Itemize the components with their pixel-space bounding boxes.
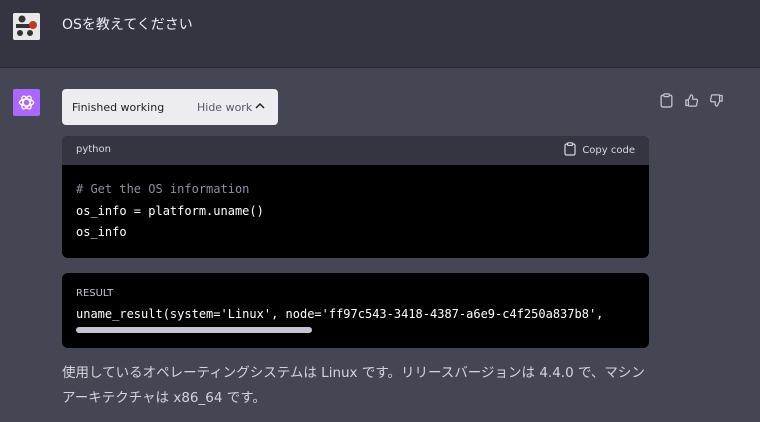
user-message-text: OSを教えてください [62, 17, 193, 33]
code-line: os_info [76, 225, 127, 239]
code-line: os_info = platform.uname() [76, 203, 264, 218]
assistant-answer-text: 使用しているオペレーティングシステムは Linux です。リリースバージョンは … [62, 365, 645, 406]
clipboard-icon [564, 142, 576, 159]
chevron-up-icon[interactable] [254, 100, 266, 115]
code-line: # Get the OS information [76, 182, 250, 196]
thumbs-up-icon[interactable] [683, 92, 700, 109]
work-status-box: Finished working Hide work [62, 89, 278, 125]
code-block: python Copy code # Get the OS informatio… [62, 136, 649, 258]
result-block: RESULT uname_result(system='Linux', node… [62, 273, 649, 348]
result-label: RESULT [76, 288, 114, 299]
copy-code-button[interactable]: Copy code [564, 142, 635, 159]
hide-work-button[interactable]: Hide work [197, 101, 252, 114]
code-body: # Get the OS information os_info = platfo… [62, 165, 649, 244]
clipboard-icon[interactable] [658, 92, 675, 109]
thumbs-down-icon[interactable] [708, 92, 725, 109]
code-language: python [76, 144, 111, 155]
result-text: uname_result(system='Linux', node='ff97c… [76, 307, 604, 321]
code-header: python Copy code [62, 136, 649, 165]
status-label: Finished working [72, 101, 165, 114]
copy-code-label: Copy code [582, 145, 635, 156]
openai-logo-icon [13, 89, 40, 116]
horizontal-scrollbar[interactable] [76, 327, 312, 333]
user-avatar-icon [13, 13, 40, 40]
user-message-row: OSを教えてください [0, 0, 760, 68]
message-actions [658, 92, 725, 109]
